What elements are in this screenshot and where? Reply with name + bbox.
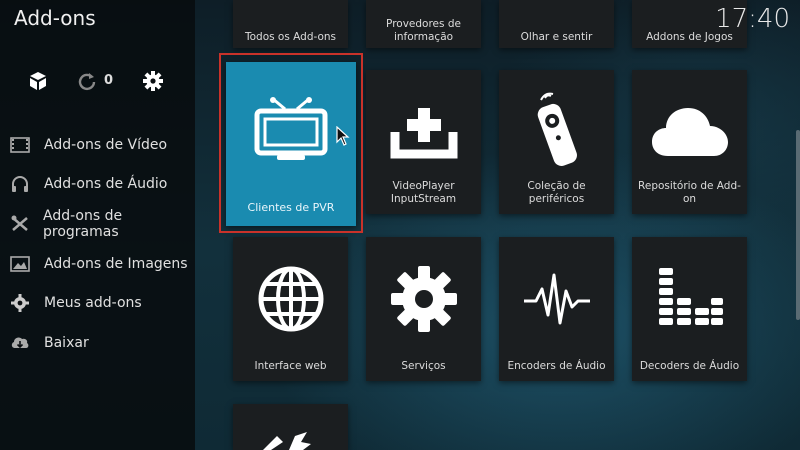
globe-icon [233, 259, 348, 339]
sidebar-toolbar: 0 [0, 66, 195, 96]
tile-interface-web[interactable]: Interface web [233, 237, 348, 381]
tile-partial-row3[interactable] [233, 404, 348, 450]
tile-repositorio-de-addon[interactable]: Repositório de Add-on [632, 70, 747, 214]
tile-label: Olhar e sentir [520, 31, 593, 43]
sidebar-item-label: Baixar [44, 334, 89, 351]
tile-label: Encoders de Áudio [507, 360, 606, 372]
headphones-icon [9, 174, 31, 194]
cloud-download-icon [9, 333, 31, 353]
tile-olhar-e-sentir[interactable]: Olhar e sentir [499, 0, 614, 48]
sidebar-item-download[interactable]: Baixar [0, 323, 195, 363]
sidebar-item-label: Add-ons de Áudio [44, 176, 168, 193]
tile-label: Serviços [401, 360, 446, 372]
waveform-icon [499, 259, 614, 339]
sidebar-item-label: Meus add-ons [44, 295, 142, 312]
mouse-cursor-icon [336, 125, 350, 150]
settings-gear-icon[interactable] [142, 70, 164, 92]
tile-decoders-de-audio[interactable]: Decoders de Áudio [632, 237, 747, 381]
tile-label: Todos os Add-ons [244, 31, 337, 43]
remote-control-icon [499, 92, 614, 172]
sidebar-item-audio-addons[interactable]: Add-ons de Áudio [0, 165, 195, 205]
sidebar-item-label: Add-ons de Imagens [44, 255, 188, 272]
cloud-icon [632, 92, 747, 172]
image-icon [9, 254, 31, 274]
tile-videoplayer-inputstream[interactable]: VideoPlayer InputStream [366, 70, 481, 214]
tile-encoders-de-audio[interactable]: Encoders de Áudio [499, 237, 614, 381]
tile-todos-os-addons[interactable]: Todos os Add-ons [233, 0, 348, 48]
equalizer-icon [632, 259, 747, 339]
tile-servicos[interactable]: Serviços [366, 237, 481, 381]
tile-label: Coleção de periféricos [527, 180, 586, 205]
sidebar: Add-ons 0 Add-ons de Vídeo Add-ons de Áu… [0, 0, 195, 450]
tools-icon [9, 214, 30, 234]
page-title: Add-ons [14, 6, 96, 30]
scrollbar[interactable] [796, 130, 800, 320]
sidebar-menu: Add-ons de Vídeo Add-ons de Áudio Add-on… [0, 125, 195, 363]
tile-label: Interface web [254, 360, 327, 372]
update-count: 0 [104, 73, 114, 88]
sidebar-item-video-addons[interactable]: Add-ons de Vídeo [0, 125, 195, 165]
refresh-icon[interactable] [76, 70, 98, 92]
tools-icon [259, 426, 319, 450]
sidebar-item-label: Add-ons de Vídeo [44, 136, 168, 153]
inbox-add-icon [366, 92, 481, 172]
sidebar-item-my-addons[interactable]: Meus add-ons [0, 283, 195, 323]
sidebar-item-program-addons[interactable]: Add-ons de programas [0, 204, 195, 244]
film-icon [9, 135, 31, 155]
sidebar-item-image-addons[interactable]: Add-ons de Imagens [0, 244, 195, 284]
gear-icon [366, 259, 481, 339]
sidebar-item-label: Add-ons de programas [43, 207, 123, 240]
clock: 17:40 [715, 4, 790, 34]
tile-label: Decoders de Áudio [639, 360, 740, 372]
tile-provedores-de-informacao[interactable]: Provedores de informação [366, 0, 481, 48]
tile-label: VideoPlayer InputStream [390, 180, 457, 205]
tile-colecao-de-perifericos[interactable]: Coleção de periféricos [499, 70, 614, 214]
tile-label: Provedores de informação [386, 18, 461, 43]
gear-icon [9, 293, 31, 313]
box-icon[interactable] [27, 70, 49, 92]
tile-label: Repositório de Add-on [638, 180, 741, 205]
